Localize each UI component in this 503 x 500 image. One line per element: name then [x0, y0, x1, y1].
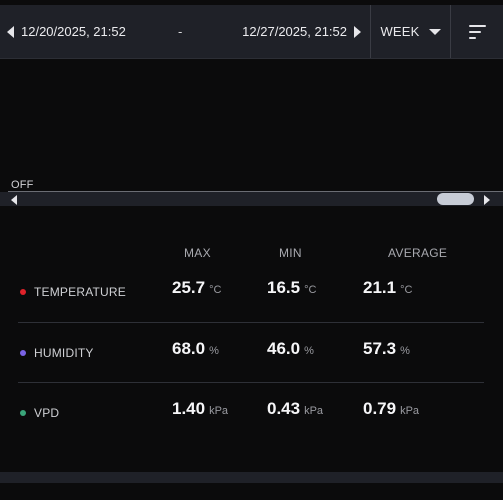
stats-row-temperature: TEMPERATURE 25.7 °C 16.5 °C 21.1 °C [18, 262, 484, 322]
triangle-left-icon [7, 25, 14, 38]
row-label: TEMPERATURE [34, 285, 126, 299]
column-header-average: AVERAGE [388, 246, 448, 260]
average-value: 21.1 °C [363, 278, 413, 297]
date-range-bar: 12/20/2025, 21:52 - 12/27/2025, 21:52 WE… [0, 5, 503, 59]
period-dropdown[interactable]: WEEK [371, 5, 450, 58]
row-label: HUMIDITY [34, 346, 94, 360]
triangle-right-icon [354, 25, 361, 38]
range-end-label: 12/27/2025, 21:52 [242, 24, 347, 39]
chevron-down-icon [428, 28, 441, 35]
max-value: 68.0% [172, 339, 219, 358]
bottom-bar [0, 472, 503, 483]
column-header-min: MIN [279, 246, 302, 260]
column-header-max: MAX [184, 246, 211, 260]
range-separator: - [178, 24, 183, 39]
period-selected-label: WEEK [380, 24, 420, 39]
sort-button[interactable] [451, 5, 503, 58]
humidity-dot [20, 350, 26, 356]
toggle-off-label: OFF [11, 179, 34, 191]
next-range-button[interactable]: 12/27/2025, 21:52 [230, 5, 370, 58]
min-value: 46.0% [267, 339, 314, 358]
stats-row-vpd: VPD 1.40 kPa 0.43 kPa 0.79 kPa [18, 383, 484, 443]
scroll-left-icon[interactable] [11, 195, 17, 205]
timeline-scrollbar[interactable] [0, 192, 503, 206]
range-start-label: 12/20/2025, 21:52 [21, 24, 126, 39]
row-label: VPD [34, 406, 60, 420]
min-value: 0.43 kPa [267, 399, 324, 418]
stats-row-humidity: HUMIDITY 68.0% 46.0% 57.3% [18, 323, 484, 383]
previous-range-button[interactable]: 12/20/2025, 21:52 [0, 5, 150, 58]
average-value: 57.3% [363, 339, 410, 358]
max-value: 1.40 kPa [172, 399, 229, 418]
vpd-dot [20, 410, 26, 416]
average-value: 0.79 kPa [363, 399, 420, 418]
scrollbar-thumb[interactable] [437, 193, 474, 205]
min-value: 16.5 °C [267, 278, 317, 297]
chart-area [0, 59, 503, 189]
scroll-right-icon[interactable] [484, 195, 490, 205]
temperature-dot [20, 289, 26, 295]
max-value: 25.7 °C [172, 278, 222, 297]
